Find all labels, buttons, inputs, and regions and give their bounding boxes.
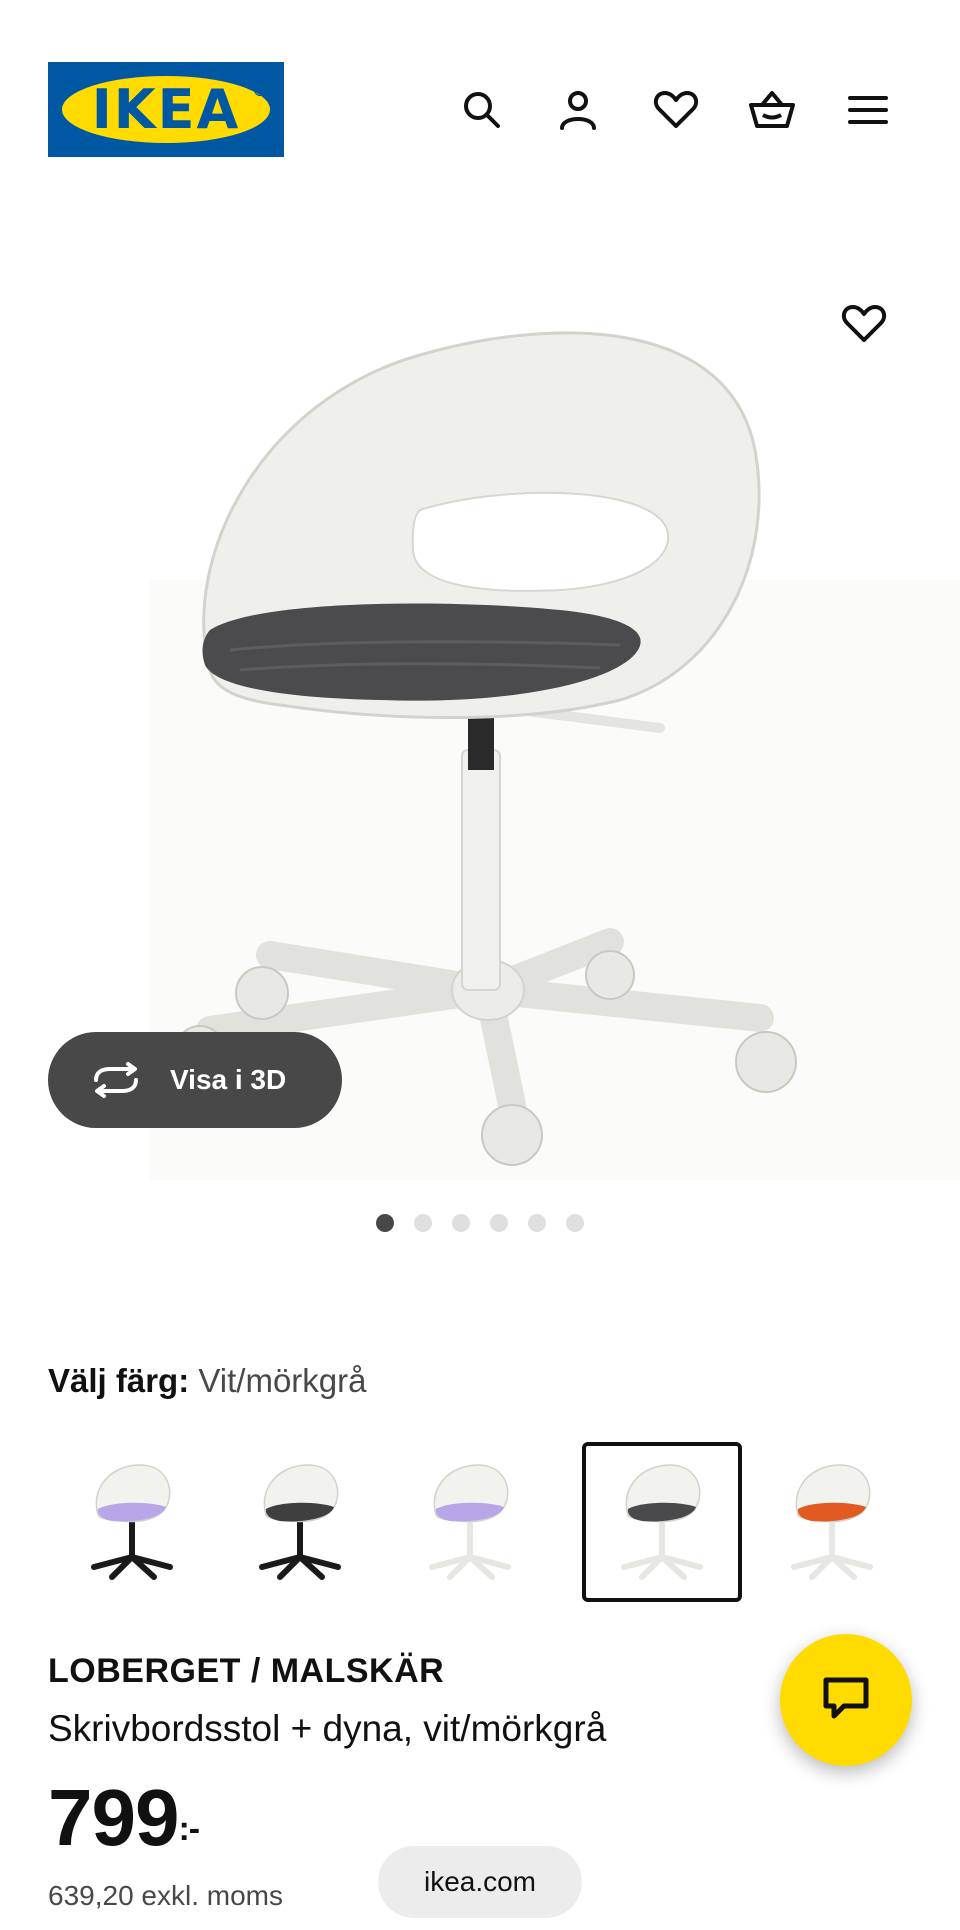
heart-icon[interactable] (646, 80, 706, 140)
basket-icon[interactable] (742, 80, 802, 140)
selected-color: Vit/mörkgrå (198, 1362, 367, 1399)
rotate-3d-icon (88, 1060, 144, 1100)
price-value: 799 (48, 1773, 179, 1862)
color-swatch[interactable] (390, 1442, 550, 1602)
logo-text: IKEA (91, 78, 241, 141)
ikea-logo[interactable]: IKEA R (48, 62, 284, 157)
registered-mark: R (254, 84, 266, 96)
color-selector-label: Välj färg: Vit/mörkgrå (48, 1362, 367, 1400)
carousel-dot[interactable] (376, 1214, 394, 1232)
product-name[interactable]: LOBERGET / MALSKÄR (48, 1652, 444, 1691)
color-swatch[interactable] (52, 1442, 212, 1602)
price-excl-vat: 639,20 exkl. moms (48, 1880, 283, 1911)
color-swatch[interactable] (752, 1442, 912, 1602)
carousel-dot[interactable] (452, 1214, 470, 1232)
carousel-dot[interactable] (414, 1214, 432, 1232)
url-text: ikea.com (423, 1866, 537, 1897)
color-label: Välj färg: (48, 1362, 190, 1399)
color-swatch[interactable] (582, 1442, 742, 1602)
add-to-favourites-icon[interactable] (834, 294, 894, 354)
carousel-dot[interactable] (528, 1214, 546, 1232)
chat-button[interactable] (780, 1634, 912, 1766)
account-icon[interactable] (548, 80, 608, 140)
product-price: 799 :- (48, 1773, 200, 1862)
view-in-3d-button[interactable]: Visa i 3D (48, 1032, 342, 1128)
image-carousel-dots (0, 1214, 960, 1236)
color-swatch[interactable] (220, 1442, 380, 1602)
search-icon[interactable] (452, 80, 512, 140)
product-description: Skrivbordsstol + dyna, vit/mörkgrå (48, 1708, 607, 1749)
view-in-3d-label: Visa i 3D (170, 1064, 287, 1095)
chat-icon (820, 1674, 872, 1727)
price-suffix: :- (178, 1810, 200, 1848)
carousel-dot[interactable] (566, 1214, 584, 1232)
carousel-dot[interactable] (490, 1214, 508, 1232)
menu-icon[interactable] (838, 80, 898, 140)
browser-url-bar[interactable]: ikea.com (378, 1846, 582, 1918)
